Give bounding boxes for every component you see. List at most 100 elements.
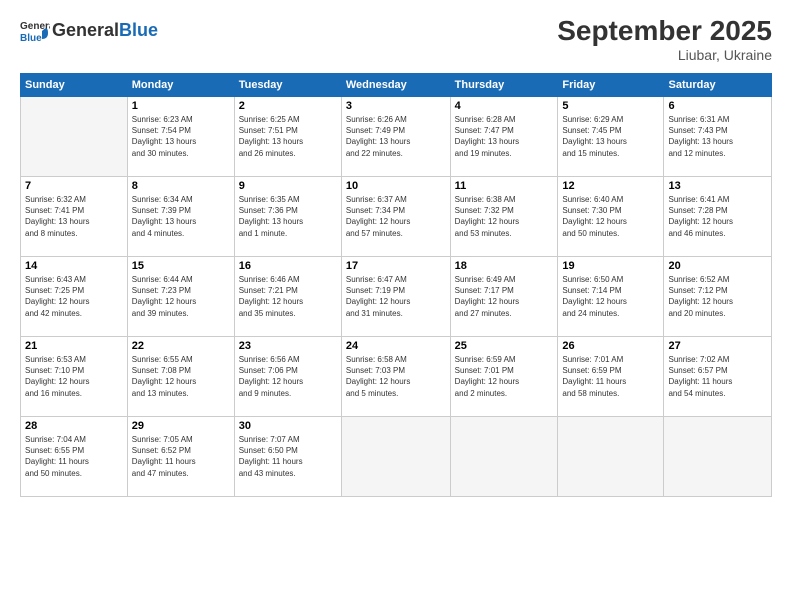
calendar-week-row: 7Sunrise: 6:32 AM Sunset: 7:41 PM Daylig… [21,177,772,257]
calendar-cell: 2 Sunrise: 6:25 AM Sunset: 7:51 PM Daylig… [234,97,341,177]
calendar-cell: 27 Sunrise: 7:02 AM Sunset: 6:57 PM Dayli… [664,337,772,417]
day-info: Sunrise: 6:37 AM Sunset: 7:34 PM Dayligh… [346,194,446,239]
calendar-cell: 11 Sunrise: 6:38 AM Sunset: 7:32 PM Dayli… [450,177,558,257]
calendar-cell: 6 Sunrise: 6:31 AM Sunset: 7:43 PM Daylig… [664,97,772,177]
calendar-cell: 9Sunrise: 6:35 AM Sunset: 7:36 PM Daylig… [234,177,341,257]
calendar-day-header: Tuesday [234,74,341,97]
day-info: Sunrise: 6:55 AM Sunset: 7:08 PM Dayligh… [132,354,230,399]
calendar-week-row: 1 Sunrise: 6:23 AM Sunset: 7:54 PM Daylig… [21,97,772,177]
calendar-cell [664,417,772,497]
calendar-cell: 19 Sunrise: 6:50 AM Sunset: 7:14 PM Dayli… [558,257,664,337]
day-number: 23 [239,340,337,352]
day-info: Sunrise: 6:34 AM Sunset: 7:39 PM Dayligh… [132,194,230,239]
day-info: Sunrise: 6:46 AM Sunset: 7:21 PM Dayligh… [239,274,337,319]
day-number: 19 [562,260,659,272]
day-number: 25 [455,340,554,352]
day-number: 20 [668,260,767,272]
month-title: September 2025 [557,15,772,47]
day-info: Sunrise: 6:40 AM Sunset: 7:30 PM Dayligh… [562,194,659,239]
day-number: 27 [668,340,767,352]
calendar-cell: 15 Sunrise: 6:44 AM Sunset: 7:23 PM Dayli… [127,257,234,337]
calendar-cell: 10 Sunrise: 6:37 AM Sunset: 7:34 PM Dayli… [341,177,450,257]
calendar-week-row: 21Sunrise: 6:53 AM Sunset: 7:10 PM Dayli… [21,337,772,417]
day-number: 13 [668,180,767,192]
day-info: Sunrise: 6:29 AM Sunset: 7:45 PM Dayligh… [562,114,659,159]
calendar-cell: 29 Sunrise: 7:05 AM Sunset: 6:52 PM Dayli… [127,417,234,497]
calendar-cell: 17 Sunrise: 6:47 AM Sunset: 7:19 PM Dayli… [341,257,450,337]
day-info: Sunrise: 6:32 AM Sunset: 7:41 PM Dayligh… [25,194,123,239]
day-info: Sunrise: 6:41 AM Sunset: 7:28 PM Dayligh… [668,194,767,239]
day-info: Sunrise: 6:59 AM Sunset: 7:01 PM Dayligh… [455,354,554,399]
day-number: 4 [455,100,554,112]
day-info: Sunrise: 6:50 AM Sunset: 7:14 PM Dayligh… [562,274,659,319]
day-info: Sunrise: 6:47 AM Sunset: 7:19 PM Dayligh… [346,274,446,319]
day-info: Sunrise: 7:07 AM Sunset: 6:50 PM Dayligh… [239,434,337,479]
calendar-cell: 24 Sunrise: 6:58 AM Sunset: 7:03 PM Dayli… [341,337,450,417]
calendar-day-header: Monday [127,74,234,97]
calendar-cell: 5 Sunrise: 6:29 AM Sunset: 7:45 PM Daylig… [558,97,664,177]
calendar-day-header: Sunday [21,74,128,97]
day-number: 8 [132,180,230,192]
day-number: 14 [25,260,123,272]
calendar-cell [341,417,450,497]
svg-text:Blue: Blue [20,33,42,44]
day-number: 24 [346,340,446,352]
calendar-cell: 8 Sunrise: 6:34 AM Sunset: 7:39 PM Daylig… [127,177,234,257]
calendar-cell: 4 Sunrise: 6:28 AM Sunset: 7:47 PM Daylig… [450,97,558,177]
calendar-cell: 30Sunrise: 7:07 AM Sunset: 6:50 PM Dayli… [234,417,341,497]
day-info: Sunrise: 6:49 AM Sunset: 7:17 PM Dayligh… [455,274,554,319]
calendar-cell: 14 Sunrise: 6:43 AM Sunset: 7:25 PM Dayli… [21,257,128,337]
day-info: Sunrise: 6:28 AM Sunset: 7:47 PM Dayligh… [455,114,554,159]
logo-blue-text: Blue [119,20,158,40]
calendar-cell: 22 Sunrise: 6:55 AM Sunset: 7:08 PM Dayli… [127,337,234,417]
day-info: Sunrise: 6:38 AM Sunset: 7:32 PM Dayligh… [455,194,554,239]
day-info: Sunrise: 6:23 AM Sunset: 7:54 PM Dayligh… [132,114,230,159]
calendar-cell: 20 Sunrise: 6:52 AM Sunset: 7:12 PM Dayli… [664,257,772,337]
calendar-day-header: Friday [558,74,664,97]
day-number: 18 [455,260,554,272]
day-number: 28 [25,420,123,432]
day-info: Sunrise: 6:58 AM Sunset: 7:03 PM Dayligh… [346,354,446,399]
calendar-cell: 23 Sunrise: 6:56 AM Sunset: 7:06 PM Dayli… [234,337,341,417]
page-header: General Blue GeneralBlue September 2025 … [20,15,772,63]
day-info: Sunrise: 6:25 AM Sunset: 7:51 PM Dayligh… [239,114,337,159]
calendar-cell [558,417,664,497]
logo-general-text: General [52,20,119,40]
day-info: Sunrise: 6:31 AM Sunset: 7:43 PM Dayligh… [668,114,767,159]
calendar-header-row: SundayMondayTuesdayWednesdayThursdayFrid… [21,74,772,97]
calendar-cell: 3Sunrise: 6:26 AM Sunset: 7:49 PM Daylig… [341,97,450,177]
day-number: 12 [562,180,659,192]
day-number: 29 [132,420,230,432]
calendar-cell: 26Sunrise: 7:01 AM Sunset: 6:59 PM Dayli… [558,337,664,417]
day-info: Sunrise: 7:02 AM Sunset: 6:57 PM Dayligh… [668,354,767,399]
calendar-cell [21,97,128,177]
title-block: September 2025 Liubar, Ukraine [557,15,772,63]
calendar-week-row: 28Sunrise: 7:04 AM Sunset: 6:55 PM Dayli… [21,417,772,497]
calendar-cell: 1 Sunrise: 6:23 AM Sunset: 7:54 PM Daylig… [127,97,234,177]
day-number: 17 [346,260,446,272]
day-number: 22 [132,340,230,352]
day-number: 10 [346,180,446,192]
day-info: Sunrise: 7:05 AM Sunset: 6:52 PM Dayligh… [132,434,230,479]
day-info: Sunrise: 6:44 AM Sunset: 7:23 PM Dayligh… [132,274,230,319]
day-number: 11 [455,180,554,192]
day-number: 5 [562,100,659,112]
day-number: 15 [132,260,230,272]
day-number: 16 [239,260,337,272]
calendar-cell: 18 Sunrise: 6:49 AM Sunset: 7:17 PM Dayli… [450,257,558,337]
logo: General Blue GeneralBlue [20,15,158,45]
day-number: 9 [239,180,337,192]
calendar-cell: 28Sunrise: 7:04 AM Sunset: 6:55 PM Dayli… [21,417,128,497]
calendar-cell: 12 Sunrise: 6:40 AM Sunset: 7:30 PM Dayli… [558,177,664,257]
day-info: Sunrise: 6:56 AM Sunset: 7:06 PM Dayligh… [239,354,337,399]
day-number: 1 [132,100,230,112]
day-info: Sunrise: 6:52 AM Sunset: 7:12 PM Dayligh… [668,274,767,319]
calendar-week-row: 14 Sunrise: 6:43 AM Sunset: 7:25 PM Dayli… [21,257,772,337]
calendar-cell: 21Sunrise: 6:53 AM Sunset: 7:10 PM Dayli… [21,337,128,417]
calendar-day-header: Thursday [450,74,558,97]
day-info: Sunrise: 6:43 AM Sunset: 7:25 PM Dayligh… [25,274,123,319]
day-number: 2 [239,100,337,112]
calendar-cell: 25 Sunrise: 6:59 AM Sunset: 7:01 PM Dayli… [450,337,558,417]
day-number: 26 [562,340,659,352]
day-number: 6 [668,100,767,112]
